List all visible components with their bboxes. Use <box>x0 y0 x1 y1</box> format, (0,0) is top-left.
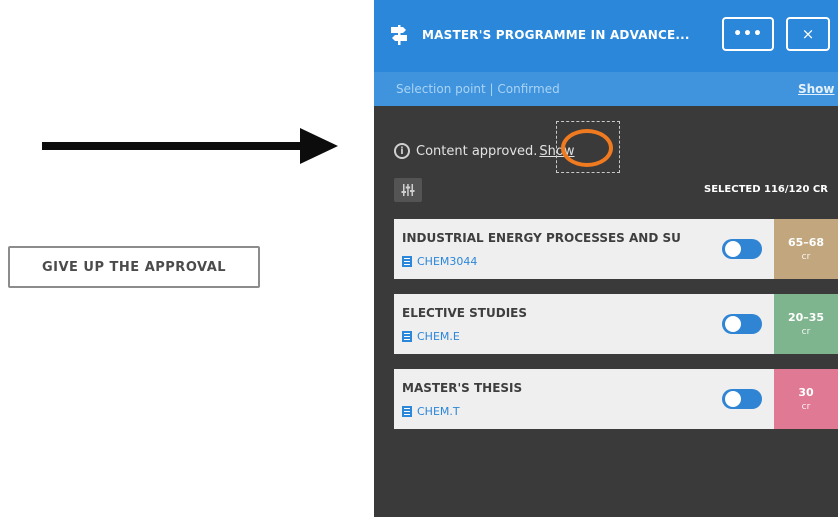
toggle-knob <box>725 391 741 407</box>
study-plan-panel: MASTER'S PROGRAMME IN ADVANCE... ••• × S… <box>374 0 838 517</box>
course-code-row: CHEM.T <box>402 405 460 418</box>
content-approved-row: i Content approved. Show <box>394 141 574 161</box>
info-icon: i <box>394 143 410 159</box>
course-code[interactable]: CHEM.E <box>417 330 460 343</box>
pointer-arrow <box>42 128 338 164</box>
close-button[interactable]: × <box>786 17 830 51</box>
content-approved-text: Content approved. <box>416 143 538 159</box>
course-card[interactable]: INDUSTRIAL ENERGY PROCESSES AND SU CHEM3… <box>394 219 838 279</box>
credits-value: 30 <box>798 386 814 399</box>
course-code-row: CHEM3044 <box>402 255 477 268</box>
highlight-box <box>556 121 620 173</box>
credits-badge: 20–35 cr <box>774 294 838 354</box>
course-toggle[interactable] <box>722 239 762 259</box>
course-name: MASTER'S THESIS <box>402 381 523 395</box>
subheader-show-link[interactable]: Show <box>798 82 835 96</box>
course-code[interactable]: CHEM3044 <box>417 255 477 268</box>
toggle-knob <box>725 316 741 332</box>
credits-unit: cr <box>801 402 811 412</box>
panel-header: MASTER'S PROGRAMME IN ADVANCE... ••• × <box>374 0 838 72</box>
course-toggle[interactable] <box>722 389 762 409</box>
more-options-button[interactable]: ••• <box>722 17 774 51</box>
highlight-circle <box>561 129 613 167</box>
arrow-head <box>300 128 338 164</box>
filter-button[interactable] <box>394 178 422 202</box>
selection-status: Selection point | Confirmed <box>396 82 560 96</box>
sliders-icon <box>401 184 415 196</box>
panel-subheader: Selection point | Confirmed Show <box>374 72 838 106</box>
course-name: INDUSTRIAL ENERGY PROCESSES AND SU <box>402 231 681 245</box>
credits-value: 20–35 <box>787 311 825 324</box>
credits-badge: 30 cr <box>774 369 838 429</box>
credits-unit: cr <box>801 327 811 337</box>
course-list-icon <box>402 406 412 417</box>
give-up-approval-button[interactable]: GIVE UP THE APPROVAL <box>8 246 260 288</box>
arrow-shaft <box>42 142 304 150</box>
course-code-row: CHEM.E <box>402 330 460 343</box>
course-toggle[interactable] <box>722 314 762 334</box>
course-code[interactable]: CHEM.T <box>417 405 460 418</box>
course-list-icon <box>402 256 412 267</box>
course-card[interactable]: MASTER'S THESIS CHEM.T 30 cr <box>394 369 838 429</box>
toggle-knob <box>725 241 741 257</box>
course-card[interactable]: ELECTIVE STUDIES CHEM.E 20–35 cr <box>394 294 838 354</box>
selected-credits: SELECTED 116/120 CR <box>704 184 828 195</box>
credits-value: 65–68 <box>787 236 825 249</box>
credits-unit: cr <box>801 252 811 262</box>
signpost-icon <box>391 25 407 45</box>
course-list-icon <box>402 331 412 342</box>
programme-title: MASTER'S PROGRAMME IN ADVANCE... <box>422 28 690 42</box>
course-name: ELECTIVE STUDIES <box>402 306 527 320</box>
credits-badge: 65–68 cr <box>774 219 838 279</box>
